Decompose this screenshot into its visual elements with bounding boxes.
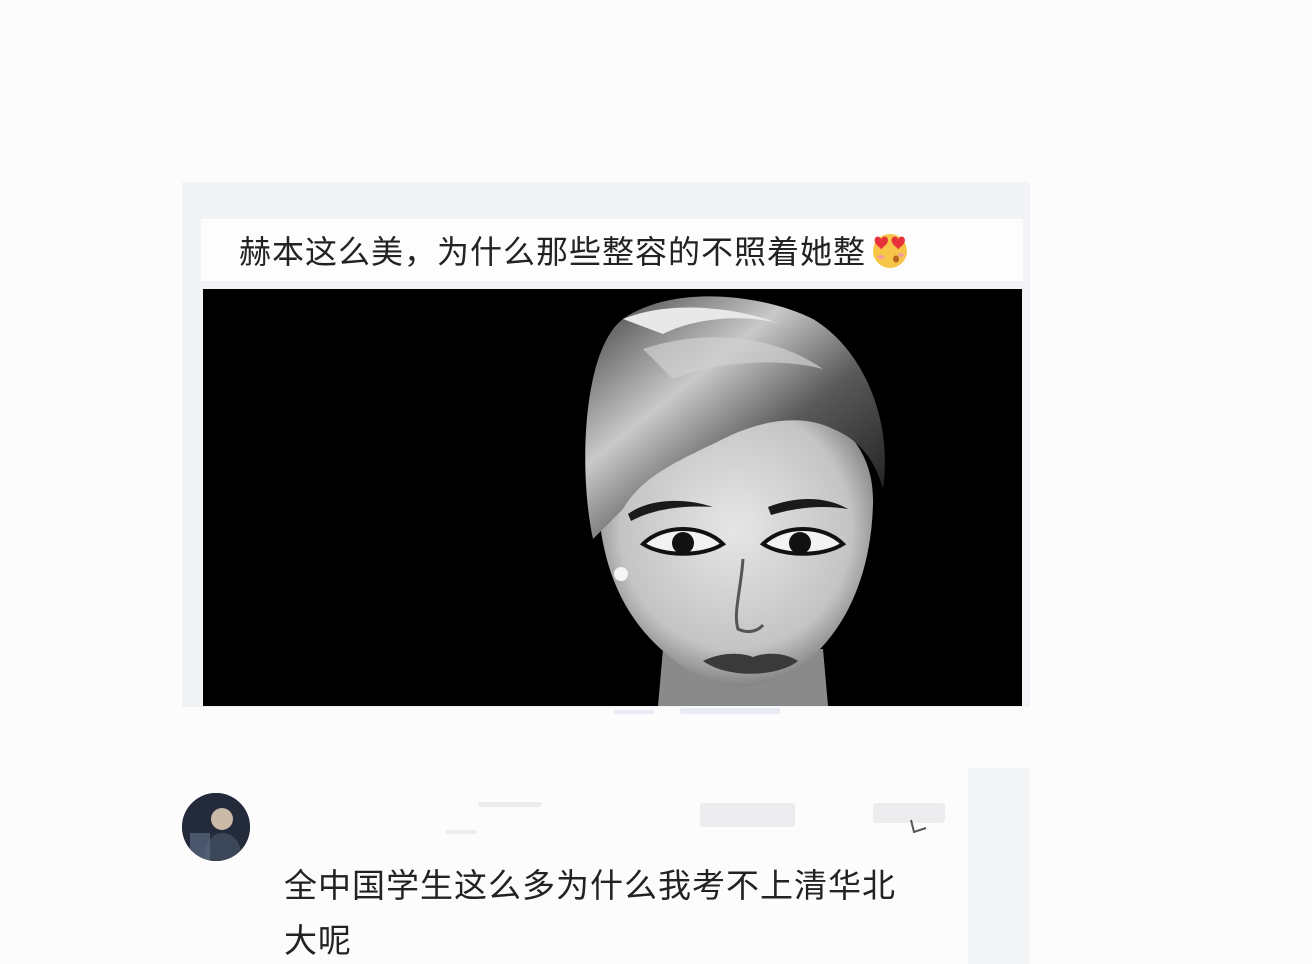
avatar[interactable]	[182, 793, 250, 861]
reply-icon[interactable]	[908, 818, 930, 838]
portrait-image	[203, 289, 1022, 706]
comment-side-panel	[968, 768, 1030, 964]
page: 赫本这么美，为什么那些整容的不照着她整 全中国学生这么多为什么我考不上清华北 大…	[0, 0, 1312, 964]
blurred-timestamp	[700, 803, 795, 827]
blurred-mark	[680, 708, 780, 714]
post-caption-text: 赫本这么美，为什么那些整容的不照着她整	[239, 233, 867, 271]
blurred-username	[446, 830, 476, 834]
comment-text-line: 大呢	[284, 921, 352, 960]
post-photo[interactable]	[203, 289, 1022, 706]
post-caption: 赫本这么美，为什么那些整容的不照着她整	[201, 219, 1023, 281]
blurred-username	[478, 802, 542, 807]
comment-text-line: 全中国学生这么多为什么我考不上清华北	[284, 866, 896, 905]
blurred-mark	[614, 710, 654, 714]
heart-eyes-emoji-icon	[870, 230, 910, 270]
comment-text: 全中国学生这么多为什么我考不上清华北 大呢	[284, 858, 934, 964]
